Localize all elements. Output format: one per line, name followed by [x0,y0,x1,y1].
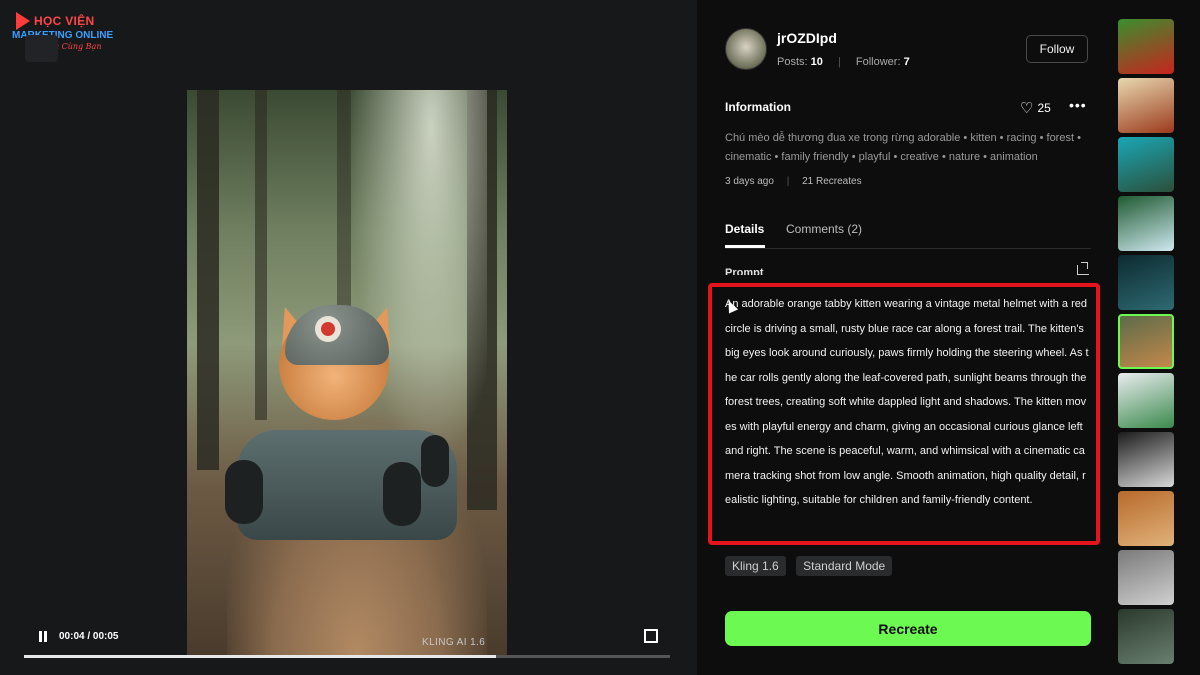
fullscreen-icon[interactable] [644,629,658,643]
logo-line-1: HỌC VIỆN [34,14,95,28]
tab-details[interactable]: Details [725,222,764,236]
ruins-thumbnail[interactable] [1118,609,1174,664]
followers-count: 7 [903,56,910,68]
details-panel: jrOZDIpd Posts: 10 | Follower: 7 Follow … [697,0,1110,675]
active-tab-indicator [725,245,765,248]
information-heading: Information [725,100,791,114]
avatar[interactable] [725,28,767,70]
video-time: 00:04 / 00:05 [59,631,119,642]
followers-label: Follower: [855,56,901,68]
copy-icon[interactable] [1077,262,1089,275]
recreate-button[interactable]: Recreate [725,611,1091,646]
video-progress-bar[interactable] [24,655,670,658]
prompt-label: Prompt [725,267,764,275]
tab-bar: Details Comments (2) [725,218,1091,249]
tunnel-thumbnail[interactable] [1118,550,1174,605]
recreate-count: 21 Recreates [802,176,862,187]
posts-count: 10 [810,56,823,68]
reef-thumbnail[interactable] [1118,137,1174,192]
tag-mode: Standard Mode [796,556,893,576]
video-controls: 00:04 / 00:05 [24,620,670,660]
ship-thumbnail[interactable] [1118,78,1174,133]
posts-label: Posts: [777,56,808,68]
thumbnail-strip [1110,0,1200,675]
like-count: 25 [1037,101,1051,115]
kitten-thumbnail[interactable] [1118,314,1174,369]
post-age: 3 days ago [725,176,774,187]
strawberry-thumbnail[interactable] [1118,19,1174,74]
author-stats: Posts: 10 | Follower: 7 [777,56,910,68]
play-logo-icon [16,12,30,30]
post-meta: 3 days ago | 21 Recreates [725,176,862,187]
pause-icon[interactable] [36,630,50,644]
prompt-text: An adorable orange tabby kitten wearing … [725,298,1089,506]
tab-comments[interactable]: Comments (2) [786,222,862,236]
tag-model: Kling 1.6 [725,556,786,576]
puppy-thumbnail[interactable] [1118,491,1174,546]
like-button[interactable]: ♡ 25 [1020,99,1051,117]
more-options-icon[interactable]: ••• [1069,97,1087,113]
woman-thumbnail[interactable] [1118,373,1174,428]
video-pane: HỌC VIỆN MARKETING ONLINE Vững và Cùng B… [0,0,697,675]
back-button[interactable] [25,35,58,62]
video-frame[interactable]: KLING AI 1.6 [187,90,507,655]
video-progress-fill [24,655,496,658]
heart-icon: ♡ [1020,100,1034,117]
model-tags: Kling 1.6 Standard Mode [725,556,898,576]
waterfall-thumbnail[interactable] [1118,196,1174,251]
description: Chú mèo dễ thương đua xe trong rừng ador… [725,132,1081,163]
cake-thumbnail[interactable] [1118,432,1174,487]
cave-thumbnail[interactable] [1118,255,1174,310]
follow-button[interactable]: Follow [1026,35,1088,63]
username[interactable]: jrOZDIpd [777,30,837,46]
